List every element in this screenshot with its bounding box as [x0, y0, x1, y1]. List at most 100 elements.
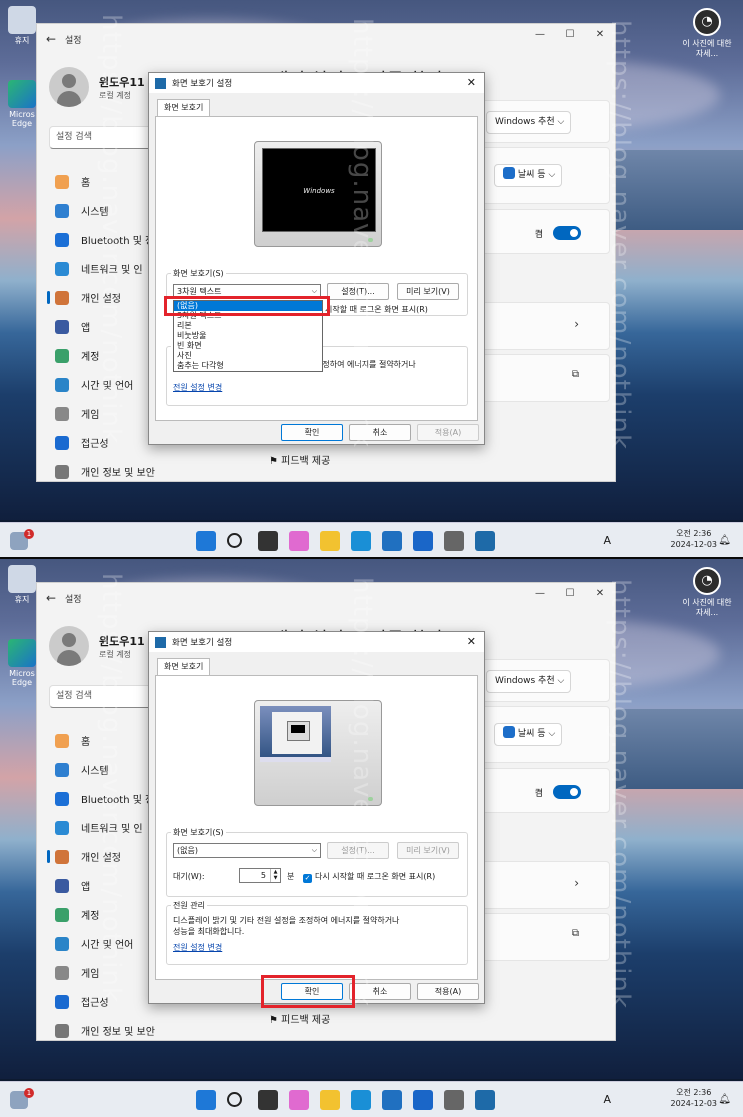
screensaver-dialog: 화면 보호기 설정 ✕ 화면 보호기 Windows 화면 보호기(S) 3차원 …: [148, 72, 485, 445]
close-button[interactable]: ✕: [585, 24, 615, 46]
start-icon[interactable]: [196, 1090, 216, 1110]
sidebar-item-icon: [55, 907, 69, 922]
user-name: 윈도우11: [99, 75, 145, 89]
user-profile[interactable]: 윈도우11 로컬 계정: [49, 626, 145, 666]
spotlight-dropdown[interactable]: Windows 추천 ⌵: [486, 670, 572, 693]
clock[interactable]: 오전 2:36 2024-12-03: [671, 1087, 718, 1109]
settings-button[interactable]: 설정(T)...: [327, 842, 389, 859]
minimize-button[interactable]: —: [525, 24, 555, 46]
dropdown-option[interactable]: 빈 화면: [174, 341, 322, 351]
resume-label: 시작할 때 로그온 화면 표시(R): [325, 305, 428, 314]
cancel-button[interactable]: 취소: [349, 424, 411, 441]
chevron-right-icon: ›: [574, 876, 579, 890]
store-icon[interactable]: [382, 531, 402, 551]
dialog-close-icon[interactable]: ✕: [467, 635, 476, 648]
close-button[interactable]: ✕: [585, 583, 615, 605]
maximize-button[interactable]: ☐: [555, 24, 585, 46]
power-led: [368, 238, 373, 242]
power-desc: 조정하여 에너지를 절약하거나: [315, 360, 416, 369]
preview-button[interactable]: 미리 보기(V): [397, 283, 459, 300]
dialog-titlebar: 화면 보호기 설정 ✕: [149, 73, 484, 93]
apply-button[interactable]: 적용(A): [417, 424, 479, 441]
edge-icon[interactable]: [351, 1090, 371, 1110]
input-language[interactable]: A: [603, 1093, 611, 1106]
toggle-switch[interactable]: [553, 785, 581, 799]
file-explorer-icon[interactable]: [320, 1090, 340, 1110]
power-desc-line2: 성능을 최대화합니다.: [173, 927, 245, 936]
weather-dropdown[interactable]: 날씨 등 ⌵: [494, 723, 563, 746]
screensaver-app-icon[interactable]: [475, 1090, 495, 1110]
settings-gear-icon[interactable]: [444, 1090, 464, 1110]
power-settings-link[interactable]: 전원 설정 변경: [173, 382, 222, 393]
ok-button[interactable]: 확인: [281, 424, 343, 441]
start-icon[interactable]: [196, 531, 216, 551]
notification-badge: 1: [24, 1088, 34, 1098]
search-icon[interactable]: [227, 1092, 242, 1107]
highlight-box: [164, 296, 330, 316]
sidebar-item-icon: [55, 878, 69, 893]
chevron-right-icon: ›: [574, 317, 579, 331]
copilot-icon[interactable]: [289, 1090, 309, 1110]
sidebar-item-label: 게임: [81, 410, 100, 421]
spotlight-dropdown[interactable]: Windows 추천 ⌵: [486, 111, 572, 134]
sidebar-item[interactable]: 개인 정보 및 보안: [47, 457, 197, 486]
outlook-icon[interactable]: [413, 531, 433, 551]
outlook-icon[interactable]: [413, 1090, 433, 1110]
back-arrow-icon[interactable]: ←: [37, 32, 65, 46]
sidebar-item-label: 앱: [81, 323, 91, 334]
copilot-icon[interactable]: [289, 531, 309, 551]
sidebar-item-icon: [55, 994, 69, 1009]
sidebar-item-icon: [55, 1023, 69, 1038]
clock[interactable]: 오전 2:36 2024-12-03: [671, 528, 718, 550]
input-language[interactable]: A: [603, 534, 611, 547]
store-icon[interactable]: [382, 1090, 402, 1110]
toggle-switch[interactable]: [553, 226, 581, 240]
sidebar-item[interactable]: 개인 정보 및 보안: [47, 1016, 197, 1045]
sidebar-item-label: 계정: [81, 911, 100, 922]
maximize-button[interactable]: ☐: [555, 583, 585, 605]
feedback-link[interactable]: ⚑ 피드백 제공: [269, 1011, 330, 1026]
taskbar: 1 오전 2:36 2024-12-03 🔔︎ A: [0, 1081, 743, 1117]
power-desc-line1: 디스플레이 밝기 및 기타 전원 설정을 조정하여 에너지를 절약하거나: [173, 916, 400, 925]
screensaver-select[interactable]: (없음) ⌵: [173, 843, 321, 858]
task-view-icon[interactable]: [258, 1090, 278, 1110]
notification-bell-icon[interactable]: 🔔︎: [718, 1094, 731, 1105]
dialog-close-icon[interactable]: ✕: [467, 76, 476, 89]
apply-button[interactable]: 적용(A): [417, 983, 479, 1000]
sidebar-item-label: 개인 설정: [81, 853, 121, 864]
task-view-icon[interactable]: [258, 531, 278, 551]
back-arrow-icon[interactable]: ←: [37, 591, 65, 605]
search-icon[interactable]: [227, 533, 242, 548]
notification-bell-icon[interactable]: 🔔︎: [718, 535, 731, 546]
cancel-button[interactable]: 취소: [349, 983, 411, 1000]
weather-icon: [503, 167, 515, 179]
wait-minutes-stepper[interactable]: 5 ▲ ▼: [239, 868, 281, 883]
settings-button[interactable]: 설정(T)...: [327, 283, 389, 300]
file-explorer-icon[interactable]: [320, 531, 340, 551]
resume-checkbox[interactable]: ✓ 다시 시작할 때 로그온 화면 표시(R): [303, 871, 435, 883]
preview-button[interactable]: 미리 보기(V): [397, 842, 459, 859]
dropdown-option[interactable]: 사진: [174, 351, 322, 361]
dropdown-option[interactable]: 비눗방울: [174, 331, 322, 341]
spotlight-info-icon[interactable]: ◔ 이 사진에 대한 자세...: [679, 8, 735, 59]
dropdown-option[interactable]: 리본: [174, 321, 322, 331]
window-controls: — ☐ ✕: [525, 24, 615, 46]
tab-screensaver[interactable]: 화면 보호기: [157, 658, 211, 676]
screenshot-top: 휴지 Micros Edge ◔ 이 사진에 대한 자세... ← 설정 — ☐ ✕ …: [0, 0, 743, 558]
dropdown-option[interactable]: 춤추는 다각형: [174, 361, 322, 371]
weather-dropdown[interactable]: 날씨 등 ⌵: [494, 164, 563, 187]
minimize-button[interactable]: —: [525, 583, 555, 605]
feedback-icon: ⚑: [269, 456, 278, 467]
edge-icon[interactable]: [351, 531, 371, 551]
power-settings-link[interactable]: 전원 설정 변경: [173, 942, 222, 953]
screensaver-app-icon[interactable]: [475, 531, 495, 551]
user-profile[interactable]: 윈도우11 로컬 계정: [49, 67, 145, 107]
feedback-link[interactable]: ⚑ 피드백 제공: [269, 452, 330, 467]
sidebar-item-label: 홈: [81, 737, 91, 748]
settings-gear-icon[interactable]: [444, 531, 464, 551]
spotlight-info-icon[interactable]: ◔ 이 사진에 대한 자세...: [679, 567, 735, 618]
tab-screensaver[interactable]: 화면 보호기: [157, 99, 211, 117]
sidebar-item-label: 접근성: [81, 439, 109, 450]
sidebar-item-icon: [55, 261, 69, 276]
sidebar-item-label: 홈: [81, 178, 91, 189]
